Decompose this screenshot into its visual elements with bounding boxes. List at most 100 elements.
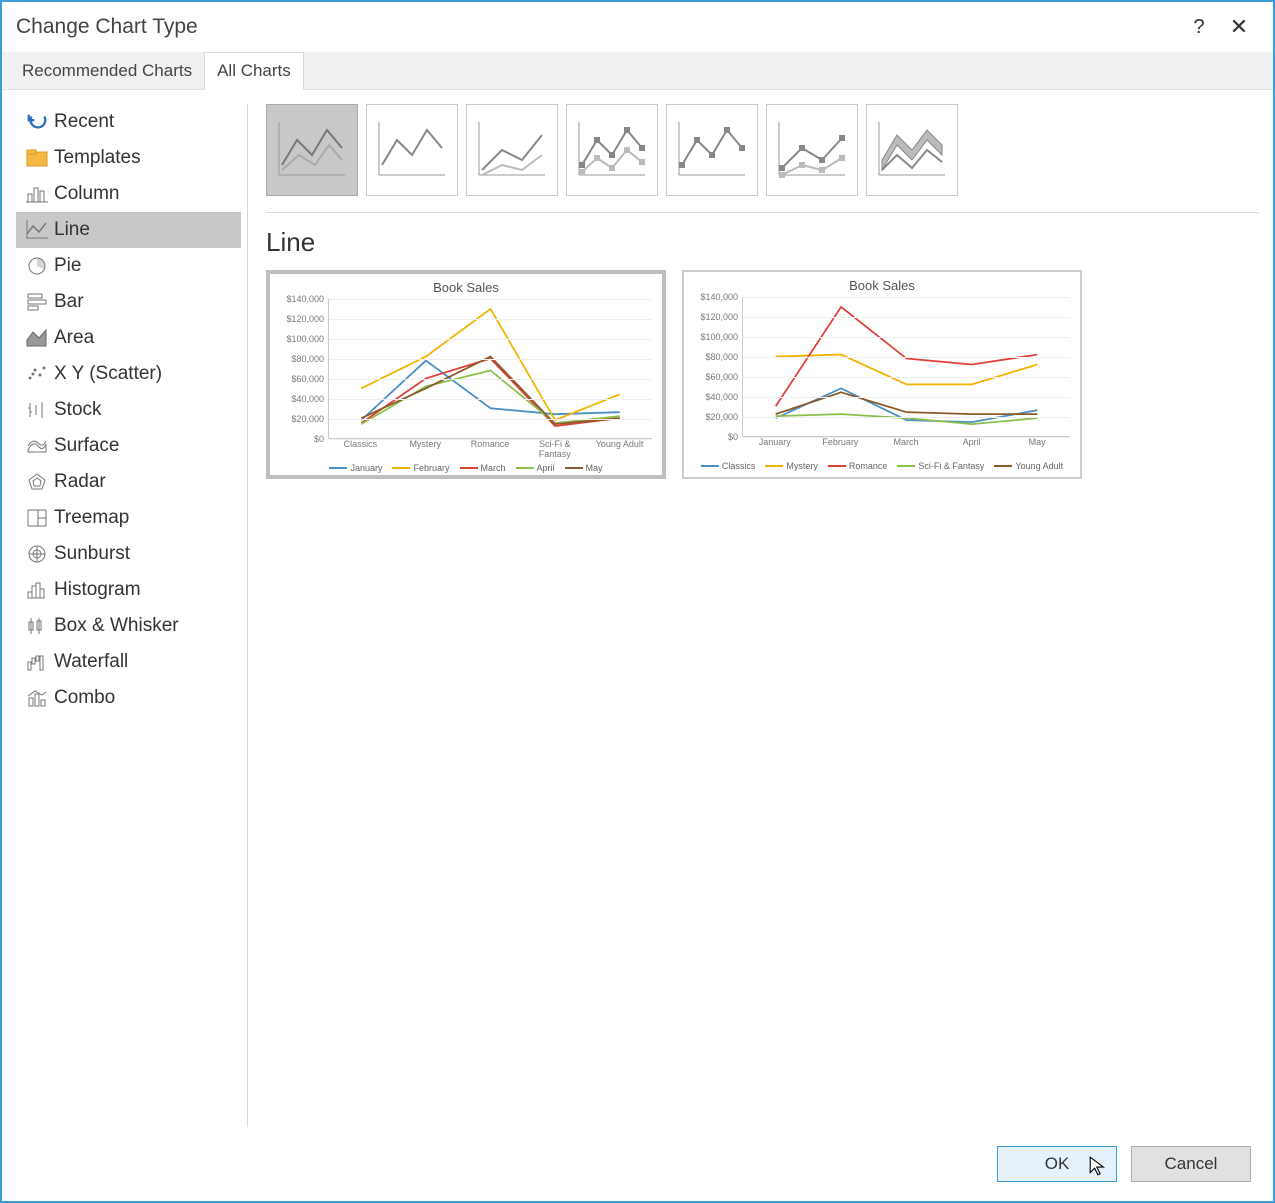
templates-icon: [20, 149, 54, 167]
dialog-footer: OK Cancel: [2, 1127, 1273, 1201]
sidebar-item-line[interactable]: Line: [16, 212, 241, 248]
x-axis: ClassicsMysteryRomanceSci-Fi & FantasyYo…: [328, 439, 652, 459]
sidebar-item-label: Bar: [54, 291, 84, 313]
pie-icon: [20, 256, 54, 276]
sidebar-item-templates[interactable]: Templates: [16, 140, 241, 176]
y-axis: $0$20,000$40,000$60,000$80,000$100,000$1…: [690, 297, 742, 437]
sidebar-item-label: Pie: [54, 255, 81, 277]
box-whisker-icon: [20, 616, 54, 636]
x-axis: JanuaryFebruaryMarchAprilMay: [742, 437, 1070, 457]
radar-icon: [20, 472, 54, 492]
waterfall-icon: [20, 652, 54, 672]
sunburst-icon: [20, 544, 54, 564]
sidebar-item-label: Area: [54, 327, 94, 349]
sidebar-item-waterfall[interactable]: Waterfall: [16, 644, 241, 680]
stock-icon: [20, 400, 54, 420]
tab-all-charts[interactable]: All Charts: [204, 52, 304, 90]
legend-item: Romance: [828, 461, 888, 471]
plot: [742, 297, 1070, 437]
chart-subtype-row: [266, 104, 1259, 213]
sidebar-item-combo[interactable]: Combo: [16, 680, 241, 716]
chart-title: Book Sales: [690, 278, 1074, 293]
scatter-icon: [20, 364, 54, 384]
titlebar: Change Chart Type ? ✕: [2, 2, 1273, 52]
area-icon: [20, 328, 54, 348]
plot: [328, 299, 652, 439]
treemap-icon: [20, 509, 54, 527]
legend-item: Young Adult: [994, 461, 1063, 471]
sidebar-item-column[interactable]: Column: [16, 176, 241, 212]
main-panel: Line Book Sales $0$20,000$40,000$60,000$8…: [248, 104, 1259, 1127]
legend-item: Classics: [701, 461, 756, 471]
legend-item: May: [565, 463, 603, 473]
sidebar-item-recent[interactable]: Recent: [16, 104, 241, 140]
sidebar-item-x-y-scatter-[interactable]: X Y (Scatter): [16, 356, 241, 392]
chart-legend: January February March April May: [276, 463, 656, 473]
sidebar-item-label: Surface: [54, 435, 119, 457]
sidebar-item-label: Templates: [54, 147, 141, 169]
ok-button[interactable]: OK: [997, 1146, 1117, 1182]
legend-item: January: [329, 463, 382, 473]
legend-item: April: [516, 463, 555, 473]
sidebar-item-label: Sunburst: [54, 543, 130, 565]
sidebar-item-label: Recent: [54, 111, 114, 133]
sidebar-item-sunburst[interactable]: Sunburst: [16, 536, 241, 572]
sidebar-item-bar[interactable]: Bar: [16, 284, 241, 320]
sidebar-item-label: Combo: [54, 687, 115, 709]
chart-subtype-1[interactable]: [366, 104, 458, 196]
legend-item: Mystery: [765, 461, 818, 471]
sidebar-item-label: X Y (Scatter): [54, 363, 162, 385]
sidebar-item-label: Column: [54, 183, 119, 205]
tabstrip: Recommended Charts All Charts: [2, 52, 1273, 90]
sidebar-item-area[interactable]: Area: [16, 320, 241, 356]
histogram-icon: [20, 580, 54, 600]
surface-icon: [20, 436, 54, 456]
chart-legend: Classics Mystery Romance Sci-Fi & Fantasy Yo…: [690, 461, 1074, 471]
legend-item: Sci-Fi & Fantasy: [897, 461, 984, 471]
column-icon: [20, 184, 54, 204]
chart-subtype-4[interactable]: [666, 104, 758, 196]
chart-previews: Book Sales $0$20,000$40,000$60,000$80,000…: [266, 270, 1259, 479]
sidebar-item-treemap[interactable]: Treemap: [16, 500, 241, 536]
chart-category-sidebar: Recent Templates Column Line Pie Bar Area X Y (…: [16, 104, 248, 1127]
tab-recommended-charts[interactable]: Recommended Charts: [10, 53, 204, 89]
help-button[interactable]: ?: [1179, 16, 1219, 39]
cursor-icon: [1088, 1155, 1110, 1177]
chart-title: Book Sales: [276, 280, 656, 295]
sidebar-item-radar[interactable]: Radar: [16, 464, 241, 500]
y-axis: $0$20,000$40,000$60,000$80,000$100,000$1…: [276, 299, 328, 439]
chart-subtype-3[interactable]: [566, 104, 658, 196]
chart-preview-1[interactable]: Book Sales $0$20,000$40,000$60,000$80,000…: [682, 270, 1082, 479]
sidebar-item-histogram[interactable]: Histogram: [16, 572, 241, 608]
dialog-content: Recent Templates Column Line Pie Bar Area X Y (…: [2, 90, 1273, 1127]
chart-subtype-2[interactable]: [466, 104, 558, 196]
chart-type-title: Line: [266, 227, 1259, 258]
sidebar-item-label: Waterfall: [54, 651, 128, 673]
sidebar-item-label: Box & Whisker: [54, 615, 179, 637]
chart-subtype-6[interactable]: [866, 104, 958, 196]
cancel-button[interactable]: Cancel: [1131, 1146, 1251, 1182]
sidebar-item-box-whisker[interactable]: Box & Whisker: [16, 608, 241, 644]
combo-icon: [20, 688, 54, 708]
chart-preview-0[interactable]: Book Sales $0$20,000$40,000$60,000$80,000…: [266, 270, 666, 479]
sidebar-item-label: Histogram: [54, 579, 141, 601]
sidebar-item-label: Stock: [54, 399, 102, 421]
dialog-title: Change Chart Type: [16, 15, 1179, 39]
chart-subtype-0[interactable]: [266, 104, 358, 196]
line-icon: [20, 220, 54, 240]
sidebar-item-label: Treemap: [54, 507, 129, 529]
change-chart-type-dialog: Change Chart Type ? ✕ Recommended Charts…: [0, 0, 1275, 1203]
recent-icon: [20, 112, 54, 132]
chart-plot-area: $0$20,000$40,000$60,000$80,000$100,000$1…: [690, 297, 1074, 457]
chart-plot-area: $0$20,000$40,000$60,000$80,000$100,000$1…: [276, 299, 656, 459]
sidebar-item-pie[interactable]: Pie: [16, 248, 241, 284]
sidebar-item-stock[interactable]: Stock: [16, 392, 241, 428]
sidebar-item-label: Radar: [54, 471, 106, 493]
sidebar-item-surface[interactable]: Surface: [16, 428, 241, 464]
bar-icon: [20, 292, 54, 312]
legend-item: March: [460, 463, 506, 473]
sidebar-item-label: Line: [54, 219, 90, 241]
close-button[interactable]: ✕: [1219, 14, 1259, 40]
chart-subtype-5[interactable]: [766, 104, 858, 196]
legend-item: February: [392, 463, 449, 473]
